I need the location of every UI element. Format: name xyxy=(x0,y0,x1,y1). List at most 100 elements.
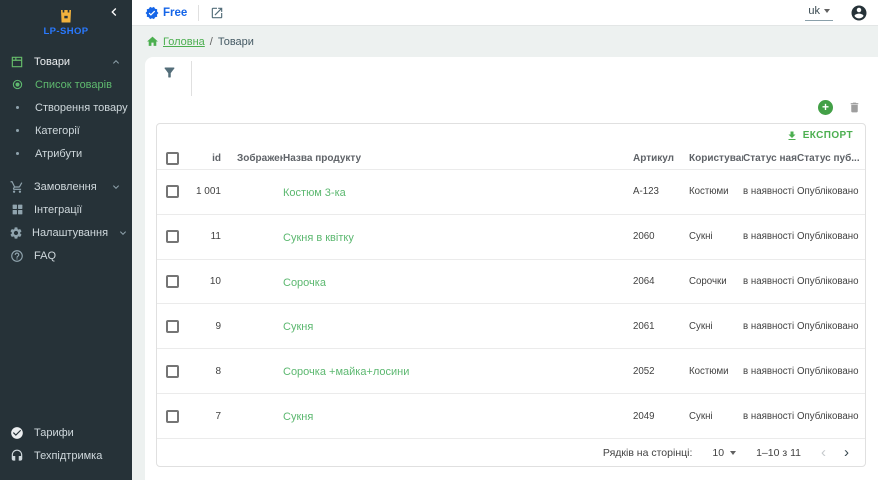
product-name-link[interactable]: Сукня xyxy=(283,321,313,333)
sidebar-header: LP-SHOP xyxy=(0,0,132,50)
product-name-link[interactable]: Сорочка +майка+лосини xyxy=(283,366,409,378)
sidebar-item-tariffs[interactable]: Тарифи xyxy=(0,421,132,444)
sidebar-item-create-product[interactable]: Створення товару xyxy=(0,96,132,119)
row-checkbox[interactable] xyxy=(166,275,179,288)
sidebar-item-orders[interactable]: Замовлення xyxy=(0,175,132,198)
content-card: + ЕКСПОРТ id Зображення Назва продукту А… xyxy=(145,57,878,480)
sidebar-item-support[interactable]: Техпідтримка xyxy=(0,444,132,467)
row-checkbox[interactable] xyxy=(166,185,179,198)
select-all-checkbox[interactable] xyxy=(166,152,179,165)
product-category: Сорочки xyxy=(689,276,743,287)
product-sku: 2061 xyxy=(633,321,689,332)
export-bar: ЕКСПОРТ xyxy=(157,124,865,147)
headset-icon xyxy=(9,449,25,463)
divider xyxy=(198,5,199,21)
column-header-id: id xyxy=(193,153,227,164)
previous-page-icon[interactable]: ‹ xyxy=(821,445,826,460)
product-sku: 2064 xyxy=(633,276,689,287)
column-header-publish: Статус пуб... xyxy=(797,153,859,164)
sidebar-item-faq[interactable]: FAQ xyxy=(0,244,132,267)
brand-name: LP-SHOP xyxy=(43,26,88,37)
sidebar-sub-label: Атрибути xyxy=(35,148,82,160)
row-checkbox[interactable] xyxy=(166,410,179,423)
product-category: Костюми xyxy=(689,186,743,197)
filter-icon[interactable] xyxy=(162,65,177,80)
bullet-icon xyxy=(9,106,25,109)
open-storefront-icon[interactable] xyxy=(210,6,224,20)
caret-down-icon xyxy=(730,451,736,455)
table-row: 10 Сорочка 2064 Сорочки в наявності Опуб… xyxy=(157,259,865,304)
plan-badge-label: Free xyxy=(163,7,187,19)
sidebar-item-attributes[interactable]: Атрибути xyxy=(0,142,132,165)
product-publish-status: Опубліковано xyxy=(797,411,859,422)
sidebar-item-label: Тарифи xyxy=(34,427,74,439)
product-stock-status: в наявності xyxy=(743,321,797,332)
sidebar-item-label: FAQ xyxy=(34,250,56,262)
sidebar-item-categories[interactable]: Категорії xyxy=(0,119,132,142)
account-icon[interactable] xyxy=(850,4,868,22)
chevron-up-icon xyxy=(110,56,122,68)
filter-toolbar xyxy=(145,57,878,95)
sidebar-collapse-button[interactable] xyxy=(106,4,122,20)
sidebar-item-product-list[interactable]: Список товарів xyxy=(0,73,132,96)
sidebar-sub-label: Список товарів xyxy=(35,79,112,91)
gear-icon xyxy=(9,226,23,240)
table-row: 9 Сукня 2061 Сукні в наявності Опубліков… xyxy=(157,303,865,348)
row-checkbox[interactable] xyxy=(166,230,179,243)
table-row: 11 Сукня в квітку 2060 Сукні в наявності… xyxy=(157,214,865,259)
export-button[interactable]: ЕКСПОРТ xyxy=(786,130,853,142)
sidebar-item-integrations[interactable]: Інтеграції xyxy=(0,198,132,221)
table-row: 1 001 Костюм 3-ка А-123 Костюми в наявно… xyxy=(157,169,865,214)
product-sku: 2060 xyxy=(633,231,689,242)
product-sku: А-123 xyxy=(633,186,689,197)
product-name-link[interactable]: Сукня в квітку xyxy=(283,232,354,244)
sidebar-item-label: Налаштування xyxy=(32,227,108,239)
sidebar-item-label: Товари xyxy=(34,56,70,68)
product-id: 9 xyxy=(193,321,227,332)
product-id: 1 001 xyxy=(193,186,227,197)
product-publish-status: Опубліковано xyxy=(797,231,859,242)
plan-badge[interactable]: Free xyxy=(145,6,187,20)
sidebar-sub-label: Категорії xyxy=(35,125,80,137)
sidebar-item-label: Інтеграції xyxy=(34,204,82,216)
next-page-icon[interactable]: › xyxy=(844,445,849,460)
product-name-link[interactable]: Сукня xyxy=(283,411,313,423)
verified-icon xyxy=(145,6,159,20)
product-sku: 2049 xyxy=(633,411,689,422)
product-sku: 2052 xyxy=(633,366,689,377)
breadcrumb-current: Товари xyxy=(218,36,254,48)
radio-checked-icon xyxy=(9,79,25,90)
breadcrumb-separator: / xyxy=(210,36,213,48)
row-checkbox[interactable] xyxy=(166,320,179,333)
product-stock-status: в наявності xyxy=(743,366,797,377)
breadcrumb-home-label: Головна xyxy=(163,36,205,48)
breadcrumb-home-link[interactable]: Головна xyxy=(146,35,205,48)
language-selector[interactable]: uk xyxy=(805,4,833,21)
bullet-icon xyxy=(9,129,25,132)
table-actions: + xyxy=(145,95,878,119)
product-publish-status: Опубліковано xyxy=(797,321,859,332)
product-publish-status: Опубліковано xyxy=(797,366,859,377)
table-header-row: id Зображення Назва продукту Артикул Кор… xyxy=(157,147,865,169)
export-button-label: ЕКСПОРТ xyxy=(803,130,853,141)
table-footer: Рядків на сторінці: 10 1–10 з 11 ‹ › xyxy=(157,438,865,466)
product-stock-status: в наявності xyxy=(743,186,797,197)
rows-per-page-select[interactable]: 10 xyxy=(712,447,736,459)
rows-per-page-label: Рядків на сторінці: xyxy=(603,447,692,459)
chevron-left-icon xyxy=(106,4,122,20)
download-icon xyxy=(786,130,798,142)
product-category: Сукні xyxy=(689,231,743,242)
sidebar-item-settings[interactable]: Налаштування xyxy=(0,221,132,244)
product-category: Костюми xyxy=(689,366,743,377)
add-product-button[interactable]: + xyxy=(818,100,833,115)
product-stock-status: в наявності xyxy=(743,276,797,287)
delete-icon[interactable] xyxy=(848,101,861,114)
row-checkbox[interactable] xyxy=(166,365,179,378)
column-header-name: Назва продукту xyxy=(283,153,633,164)
product-publish-status: Опубліковано xyxy=(797,276,859,287)
product-name-link[interactable]: Сорочка xyxy=(283,277,326,289)
rows-per-page-value: 10 xyxy=(712,447,724,459)
sidebar-item-label: Замовлення xyxy=(34,181,97,193)
sidebar-item-products[interactable]: Товари xyxy=(0,50,132,73)
product-name-link[interactable]: Костюм 3-ка xyxy=(283,187,346,199)
